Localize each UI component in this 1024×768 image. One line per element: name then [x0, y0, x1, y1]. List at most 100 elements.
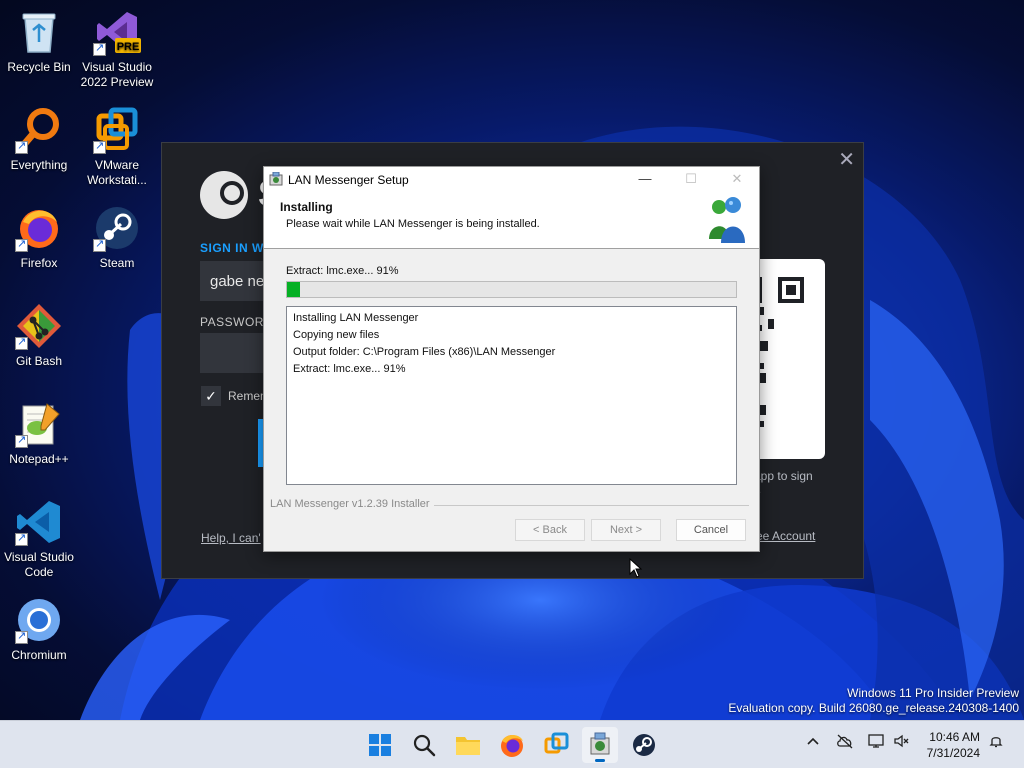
setup-titlebar[interactable]: LAN Messenger Setup — ☐ ✕ [264, 167, 759, 191]
taskbar-vmware[interactable] [538, 727, 574, 763]
magnifier-icon [15, 106, 63, 154]
shortcut-arrow-icon [15, 433, 28, 448]
app-sign-in-text: app to sign [754, 469, 813, 483]
cloud-offline-icon [837, 734, 853, 749]
volume-status[interactable] [893, 733, 911, 752]
desktop-icon-label: Visual Studio 2022 Preview [80, 60, 154, 89]
bell-icon [989, 737, 1003, 748]
clock-date: 7/31/2024 [926, 746, 980, 760]
taskbar-lan-messenger-setup[interactable] [582, 727, 618, 763]
install-progress-fill [287, 282, 301, 297]
shortcut-arrow-icon [15, 629, 28, 644]
log-line: Installing LAN Messenger [293, 312, 419, 324]
minimize-button[interactable]: — [625, 169, 665, 189]
chevron-up-icon [807, 737, 819, 745]
desktop-icon-steam[interactable]: Steam [78, 204, 156, 271]
desktop-icon-recycle-bin[interactable]: Recycle Bin [0, 8, 78, 75]
shortcut-arrow-icon [93, 139, 106, 154]
windows-watermark: Windows 11 Pro Insider Preview Evaluatio… [728, 686, 1019, 716]
remember-me-checkbox[interactable]: ✓ [201, 386, 221, 406]
steam-icon [633, 734, 655, 756]
install-log-list[interactable]: Installing LAN Messenger Copying new fil… [286, 306, 737, 485]
desktop-icon-label: Chromium [11, 648, 67, 662]
setup-window-title: LAN Messenger Setup [288, 173, 409, 187]
chromium-icon [15, 596, 63, 644]
desktop-icon-everything[interactable]: Everything [0, 106, 78, 173]
vscode-icon [15, 498, 63, 546]
log-line: Copying new files [293, 329, 380, 341]
taskbar-file-explorer[interactable] [450, 727, 486, 763]
notifications-button[interactable] [988, 733, 1004, 752]
shortcut-arrow-icon [93, 237, 106, 252]
watermark-line-1: Windows 11 Pro Insider Preview [847, 686, 1019, 700]
monitor-icon [868, 734, 884, 748]
steam-close-button[interactable]: ✕ [838, 147, 855, 172]
installer-icon [269, 172, 283, 186]
desktop-icon-label: Everything [10, 158, 68, 172]
taskbar-firefox[interactable] [494, 727, 530, 763]
desktop-icon-vscode[interactable]: Visual Studio Code [0, 498, 78, 580]
desktop-icon-vmware[interactable]: VMware Workstati... [78, 106, 156, 188]
mouse-cursor-icon [629, 558, 643, 578]
desktop-icon-label: Firefox [20, 256, 58, 270]
close-button: ✕ [731, 171, 743, 186]
cancel-button[interactable]: Cancel [676, 519, 746, 541]
desktop-icon-git-bash[interactable]: Git Bash [0, 302, 78, 369]
vmware-icon [93, 106, 141, 154]
desktop-icon-label: Notepad++ [9, 452, 69, 466]
lan-messenger-setup-dialog[interactable]: LAN Messenger Setup — ☐ ✕ Installing Ple… [263, 166, 760, 552]
git-bash-icon [15, 302, 63, 350]
install-progress-bar [286, 281, 737, 298]
visual-studio-icon: PRE [93, 8, 141, 56]
desktop-icon-firefox[interactable]: Firefox [0, 204, 78, 271]
show-hidden-icons-button[interactable] [805, 733, 821, 752]
firefox-icon [15, 204, 63, 252]
folder-icon [456, 737, 480, 755]
help-link[interactable]: Help, I can' [201, 531, 261, 545]
installer-branding: LAN Messenger v1.2.39 Installer [270, 498, 430, 510]
display-status[interactable] [868, 733, 886, 752]
active-app-indicator [595, 759, 605, 762]
back-button: < Back [515, 519, 585, 541]
desktop-icon-label: Git Bash [15, 354, 63, 368]
watermark-line-2: Evaluation copy. Build 26080.ge_release.… [728, 701, 1019, 715]
next-button: Next > [591, 519, 661, 541]
setup-header: Installing Please wait while LAN Messeng… [264, 191, 759, 249]
progress-status-text: Extract: lmc.exe... 91% [286, 265, 399, 277]
create-account-link[interactable]: ee Account [756, 529, 815, 543]
firefox-icon [501, 735, 523, 757]
desktop-icon-notepadpp[interactable]: Notepad++ [0, 400, 78, 467]
desktop-icon-visual-studio-2022[interactable]: PRE Visual Studio 2022 Preview [78, 8, 156, 90]
shortcut-arrow-icon [15, 335, 28, 350]
log-line: Extract: lmc.exe... 91% [293, 363, 406, 375]
shortcut-arrow-icon [93, 41, 106, 56]
taskbar-search-button[interactable] [406, 727, 442, 763]
desktop-icon-label: Visual Studio Code [4, 550, 74, 579]
taskbar-steam[interactable] [626, 727, 662, 763]
shortcut-arrow-icon [15, 237, 28, 252]
system-clock[interactable]: 10:46 AM 7/31/2024 [927, 729, 980, 761]
maximize-button: ☐ [685, 171, 697, 186]
desktop-icon-label: Steam [99, 256, 135, 270]
installer-icon [590, 732, 610, 755]
desktop-icon-label: Recycle Bin [7, 60, 71, 74]
shortcut-arrow-icon [15, 139, 28, 154]
network-status[interactable] [836, 733, 854, 752]
taskbar-start-button[interactable] [362, 727, 398, 763]
recycle-bin-icon [15, 8, 63, 56]
clock-time: 10:46 AM [929, 730, 980, 744]
shortcut-arrow-icon [15, 531, 28, 546]
log-line: Output folder: C:\Program Files (x86)\LA… [293, 346, 556, 358]
notepadpp-icon [15, 400, 63, 448]
branding-divider [434, 505, 749, 506]
desktop-icon-label: VMware Workstati... [87, 158, 147, 187]
search-icon [413, 734, 436, 757]
setup-step-title: Installing [280, 200, 333, 214]
sign-in-heading: SIGN IN W [200, 241, 264, 255]
preview-badge: PRE [117, 41, 140, 53]
desktop-icon-chromium[interactable]: Chromium [0, 596, 78, 663]
vmware-icon [544, 732, 569, 754]
speaker-muted-icon [894, 734, 909, 748]
setup-step-subtitle: Please wait while LAN Messenger is being… [286, 218, 540, 230]
steam-logo-icon [200, 171, 248, 219]
